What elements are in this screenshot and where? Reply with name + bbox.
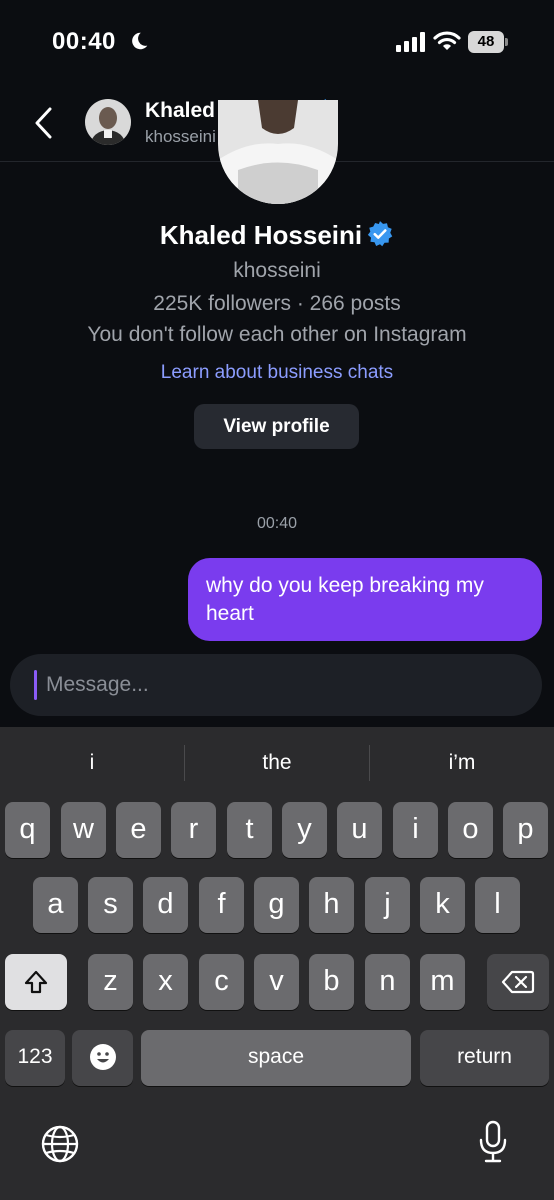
follow-status: You don't follow each other on Instagram (87, 323, 467, 346)
verified-icon (368, 221, 393, 247)
view-profile-button[interactable]: View profile (194, 404, 359, 449)
key-v[interactable]: v (254, 954, 299, 1010)
battery-icon: 48 (468, 31, 508, 53)
avatar[interactable] (85, 99, 131, 145)
return-key[interactable]: return (420, 1030, 549, 1086)
key-i[interactable]: i (393, 802, 438, 858)
learn-business-chats-link[interactable]: Learn about business chats (0, 362, 554, 384)
message-input[interactable] (46, 668, 526, 702)
key-g[interactable]: g (254, 877, 299, 933)
profile-username: khosseini (233, 259, 321, 282)
delete-icon (501, 970, 535, 994)
emoji-icon (89, 1044, 116, 1070)
key-t[interactable]: t (227, 802, 272, 858)
text-cursor (34, 670, 37, 700)
profile-name: Khaled Hosseini (0, 220, 554, 251)
space-key[interactable]: space (141, 1030, 411, 1086)
key-z[interactable]: z (88, 954, 133, 1010)
key-a[interactable]: a (33, 877, 78, 933)
key-e[interactable]: e (116, 802, 161, 858)
key-w[interactable]: w (61, 802, 106, 858)
suggestion-3[interactable]: i’m (370, 745, 554, 781)
key-k[interactable]: k (420, 877, 465, 933)
globe-icon[interactable] (40, 1124, 80, 1164)
wifi-icon (433, 31, 461, 50)
key-n[interactable]: n (365, 954, 410, 1010)
signal-icon (396, 32, 425, 52)
key-r[interactable]: r (171, 802, 216, 858)
delete-key[interactable] (487, 954, 549, 1010)
key-y[interactable]: y (282, 802, 327, 858)
suggestion-2[interactable]: the (185, 745, 369, 781)
profile-avatar[interactable] (218, 100, 338, 204)
shift-key[interactable] (5, 954, 67, 1010)
key-h[interactable]: h (309, 877, 354, 933)
microphone-icon[interactable] (478, 1120, 508, 1164)
key-j[interactable]: j (365, 877, 410, 933)
key-u[interactable]: u (337, 802, 382, 858)
message-timestamp: 00:40 (256, 515, 298, 532)
shift-icon (24, 970, 48, 994)
message-composer[interactable] (10, 654, 542, 716)
key-m[interactable]: m (420, 954, 465, 1010)
profile-stats: 225K followers · 266 posts (153, 292, 401, 315)
header-username: khosseini (145, 127, 216, 146)
key-o[interactable]: o (448, 802, 493, 858)
key-f[interactable]: f (199, 877, 244, 933)
key-s[interactable]: s (88, 877, 133, 933)
back-icon[interactable] (30, 106, 58, 140)
key-l[interactable]: l (475, 877, 520, 933)
key-x[interactable]: x (143, 954, 188, 1010)
status-time: 00:40 (52, 28, 116, 55)
key-p[interactable]: p (503, 802, 548, 858)
keyboard: i the i’m q w e r t y u i o p a s d f g … (0, 727, 554, 1200)
battery-level: 48 (468, 31, 504, 53)
moon-icon (132, 32, 148, 50)
status-bar: 00:40 48 (0, 0, 554, 84)
numbers-key[interactable]: 123 (5, 1030, 65, 1086)
profile-name-text: Khaled Hosseini (159, 220, 363, 250)
sent-message-bubble[interactable]: why do you keep breaking my heart (188, 558, 542, 641)
key-b[interactable]: b (309, 954, 354, 1010)
suggestion-1[interactable]: i (0, 745, 184, 781)
emoji-key[interactable] (72, 1030, 133, 1086)
key-c[interactable]: c (199, 954, 244, 1010)
key-q[interactable]: q (5, 802, 50, 858)
key-d[interactable]: d (143, 877, 188, 933)
